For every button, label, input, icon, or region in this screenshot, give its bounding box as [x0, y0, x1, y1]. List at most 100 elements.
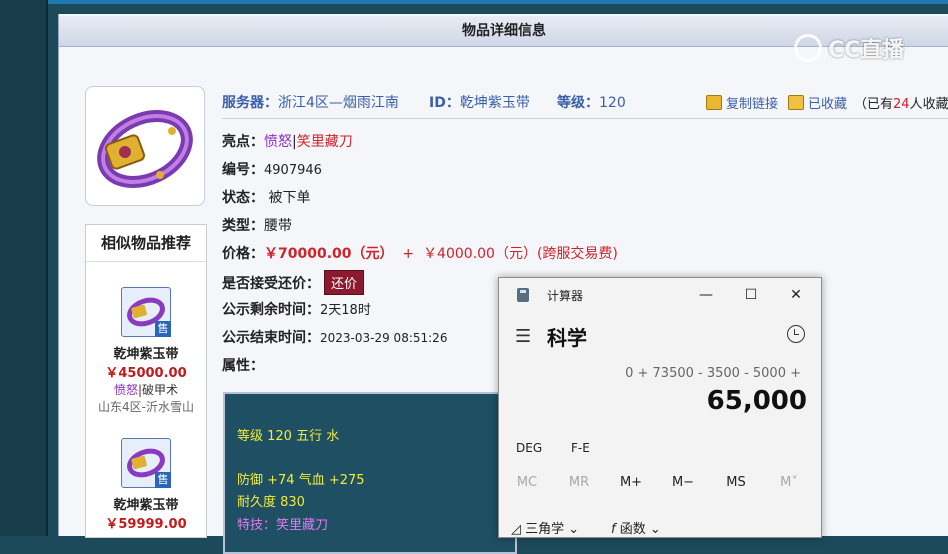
- similar-items-title: 相似物品推荐: [86, 225, 206, 262]
- saved-count: （已有24人收藏）: [854, 93, 948, 112]
- similar-item-price: ￥45000.00: [105, 366, 187, 381]
- highlight-tag: 愤怒: [264, 134, 292, 150]
- id-info: ID：乾坤紫玉带: [429, 92, 530, 112]
- chevron-down-icon: ⌄: [645, 522, 661, 537]
- end-row: 公示结束时间：2023-03-29 08:51:26: [222, 327, 447, 347]
- function-dropdown[interactable]: f 函数 ⌄: [611, 518, 661, 537]
- minimize-button[interactable]: —: [691, 284, 721, 306]
- function-label[interactable]: 函数: [620, 522, 646, 537]
- copy-link-label[interactable]: 复制链接: [726, 97, 778, 112]
- similar-item-thumb[interactable]: 售: [121, 287, 171, 337]
- number-value: 4907946: [264, 163, 322, 178]
- copy-link-button[interactable]: 复制链接: [706, 93, 778, 112]
- saved-button[interactable]: 已收藏: [788, 93, 847, 112]
- attr-label: 属性：: [222, 358, 264, 374]
- price-plus: +: [402, 246, 415, 262]
- similar-item-tag: 愤怒: [113, 383, 138, 397]
- cc-logo-icon: [794, 34, 822, 62]
- trigonometry-label[interactable]: 三角学: [525, 522, 564, 537]
- type-value: 腰带: [264, 218, 292, 234]
- item-image: [85, 86, 205, 206]
- haggle-row: 是否接受还价： 还价: [222, 270, 365, 295]
- memory-add-button[interactable]: M+: [611, 475, 651, 490]
- top-bar: [0, 0, 948, 4]
- saved-count-suffix: 人收藏）: [909, 97, 948, 112]
- price-value: ￥70000.00（元）: [264, 246, 394, 262]
- attr-durability-line: 耐久度 830: [237, 495, 305, 510]
- server-info-bar: 服务器：浙江4区—烟雨江南 ID：乾坤紫玉带 等级：120 复制链接 已收藏 （…: [222, 90, 948, 119]
- similar-item-card[interactable]: 售 乾坤紫玉带 ￥45000.00 愤怒|破甲术 山东4区-沂水雪山: [86, 287, 206, 415]
- price-row: 价格：￥70000.00（元） + ￥4000.00（元）(跨服交易费): [222, 243, 618, 263]
- calculator-app-icon: [517, 288, 529, 302]
- trigonometry-dropdown[interactable]: ◿ 三角学 ⌄: [511, 518, 579, 537]
- folder-icon: [788, 95, 804, 110]
- history-icon[interactable]: [787, 325, 805, 343]
- attr-row: 属性：: [222, 355, 264, 375]
- similar-item-card[interactable]: 售 乾坤紫玉带 ￥59999.00: [86, 438, 206, 532]
- saved-count-prefix: （已有: [854, 97, 894, 112]
- id-label: ID：: [429, 95, 460, 111]
- watermark-text: CC直播: [828, 38, 905, 63]
- similar-item-tags: 愤怒|破甲术: [86, 381, 206, 398]
- sale-badge: 售: [155, 472, 171, 488]
- similar-item-name[interactable]: 乾坤紫玉带: [86, 494, 206, 513]
- memory-store-button[interactable]: MS: [716, 475, 756, 490]
- calculator-expression: 0 + 73500 - 3500 - 5000 +: [625, 366, 801, 381]
- number-label: 编号：: [222, 162, 264, 178]
- memory-recall-button[interactable]: MR: [559, 475, 599, 490]
- haggle-button[interactable]: 还价: [324, 270, 365, 295]
- server-label: 服务器：: [222, 95, 278, 111]
- saved-label[interactable]: 已收藏: [808, 97, 847, 112]
- hamburger-menu-icon[interactable]: ☰: [515, 326, 531, 347]
- level-label: 等级：: [557, 95, 599, 111]
- haggle-label: 是否接受还价：: [222, 276, 320, 292]
- remain-row: 公示剩余时间：2天18时: [222, 299, 371, 319]
- level-value: 120: [599, 95, 626, 111]
- remain-value: 2天18时: [320, 303, 371, 318]
- similar-item-name[interactable]: 乾坤紫玉带: [86, 343, 206, 362]
- watermark: CC直播: [794, 32, 920, 66]
- similar-item-server: 山东4区-沂水雪山: [98, 400, 194, 414]
- remain-label: 公示剩余时间：: [222, 302, 320, 318]
- calculator-window: 计算器 — ☐ ✕ ☰ 科学 0 + 73500 - 3500 - 5000 +…: [498, 277, 822, 538]
- deg-toggle[interactable]: DEG: [516, 441, 542, 455]
- highlight-tag: 笑里藏刀: [296, 134, 353, 150]
- similar-item-thumb[interactable]: 售: [121, 438, 171, 488]
- fee-value: ￥4000.00（元）(跨服交易费): [423, 246, 618, 262]
- sale-badge: 售: [155, 321, 171, 337]
- similar-item-tag: 破甲术: [142, 383, 179, 397]
- chevron-down-icon: ⌄: [564, 522, 580, 537]
- saved-count-number: 24: [893, 97, 910, 112]
- type-row: 类型：腰带: [222, 215, 292, 235]
- attr-level-line: 等级 120 五行 水: [237, 429, 340, 444]
- status-value: 被下单: [268, 190, 311, 206]
- server-value: 浙江4区—烟雨江南: [278, 95, 399, 111]
- maximize-button[interactable]: ☐: [736, 284, 766, 306]
- calculator-mode-title: 科学: [547, 326, 587, 350]
- end-value: 2023-03-29 08:51:26: [320, 331, 448, 345]
- server-info: 服务器：浙江4区—烟雨江南: [222, 92, 399, 112]
- left-sidebar: [0, 0, 46, 536]
- memory-list-button[interactable]: M˅: [769, 475, 809, 490]
- price-label: 价格：: [222, 246, 264, 262]
- close-button[interactable]: ✕: [781, 284, 811, 306]
- memory-clear-button[interactable]: MC: [507, 475, 547, 490]
- left-divider: [46, 0, 48, 536]
- type-label: 类型：: [222, 218, 264, 234]
- memory-subtract-button[interactable]: M−: [663, 475, 703, 490]
- similar-items-panel: 相似物品推荐 售 乾坤紫玉带 ￥45000.00 愤怒|破甲术 山东4区-沂水雪…: [85, 224, 207, 538]
- status-label: 状态：: [222, 190, 264, 206]
- highlight-row: 亮点：愤怒|笑里藏刀: [222, 131, 353, 151]
- attr-defense-line: 防御 +74 气血 +275: [237, 473, 365, 488]
- calculator-titlebar[interactable]: 计算器 — ☐ ✕: [499, 278, 821, 312]
- similar-item-price: ￥59999.00: [105, 517, 187, 532]
- fe-toggle[interactable]: F-E: [571, 441, 590, 455]
- id-value: 乾坤紫玉带: [459, 95, 530, 111]
- calculator-title: 计算器: [547, 289, 584, 303]
- number-row: 编号：4907946: [222, 159, 322, 179]
- level-info: 等级：120: [557, 92, 626, 112]
- ring-icon: [97, 110, 193, 188]
- function-icon: f: [611, 522, 616, 537]
- attribute-box: 等级 120 五行 水 防御 +74 气血 +275 耐久度 830 特技：笑里…: [223, 392, 517, 554]
- status-row: 状态： 被下单: [222, 187, 310, 207]
